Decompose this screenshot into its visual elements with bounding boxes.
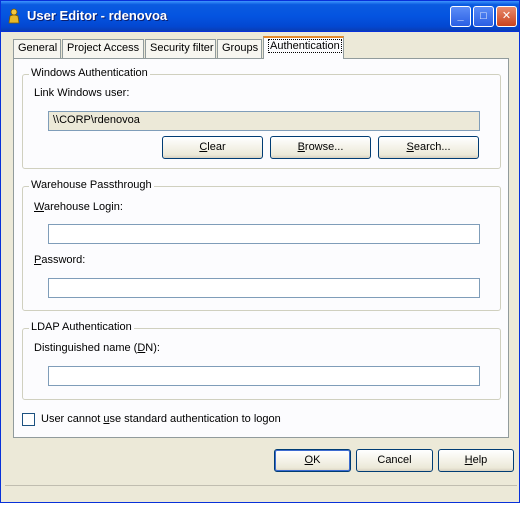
link-windows-user-label: Link Windows user: (34, 87, 130, 99)
warehouse-passthrough-title: Warehouse Passthrough (29, 179, 154, 191)
password-label: Password: (34, 254, 86, 266)
tab-project-access[interactable]: Project Access (62, 39, 144, 58)
password-input[interactable] (48, 278, 480, 298)
title-bar[interactable]: User Editor - rdenovoa _ □ ✕ (1, 1, 519, 32)
ldap-auth-group: LDAP Authentication Distinguished name (… (22, 321, 501, 400)
clear-label: lear (207, 141, 226, 153)
authentication-panel: Windows Authentication Link Windows user… (13, 58, 509, 438)
link-windows-user-field[interactable]: \\CORP\rdenovoa (48, 111, 480, 131)
help-button[interactable]: Help (438, 449, 514, 472)
browse-button[interactable]: Browse... (270, 136, 371, 159)
ok-button[interactable]: OK (274, 449, 351, 472)
status-bar (5, 485, 517, 502)
warehouse-passthrough-group: Warehouse Passthrough Warehouse Login: P… (22, 179, 501, 311)
user-editor-window: User Editor - rdenovoa _ □ ✕ General Pro… (0, 0, 520, 503)
search-button[interactable]: Search... (378, 136, 479, 159)
minimize-button[interactable]: _ (450, 6, 471, 27)
standard-auth-label[interactable]: User cannot use standard authentication … (41, 413, 281, 425)
windows-auth-title: Windows Authentication (29, 67, 150, 79)
clear-button[interactable]: Clear (162, 136, 263, 159)
search-label: earch... (413, 141, 451, 153)
tab-security-filter[interactable]: Security filter (145, 39, 216, 58)
warehouse-login-input[interactable] (48, 224, 480, 244)
browse-label: rowse... (304, 141, 344, 153)
close-button[interactable]: ✕ (496, 6, 517, 27)
distinguished-name-label: Distinguished name (DN): (34, 342, 160, 354)
tab-general[interactable]: General (13, 39, 61, 58)
maximize-button[interactable]: □ (473, 6, 494, 27)
windows-auth-group: Windows Authentication Link Windows user… (22, 67, 501, 169)
ldap-auth-title: LDAP Authentication (29, 321, 134, 333)
window-title: User Editor - rdenovoa (27, 8, 168, 23)
standard-auth-checkbox[interactable] (22, 413, 35, 426)
warehouse-login-label: Warehouse Login: (34, 201, 123, 213)
user-icon (8, 8, 20, 24)
distinguished-name-input[interactable] (48, 366, 480, 386)
cancel-button[interactable]: Cancel (356, 449, 433, 472)
tab-authentication[interactable]: Authentication (263, 36, 344, 59)
tab-groups[interactable]: Groups (217, 39, 262, 58)
